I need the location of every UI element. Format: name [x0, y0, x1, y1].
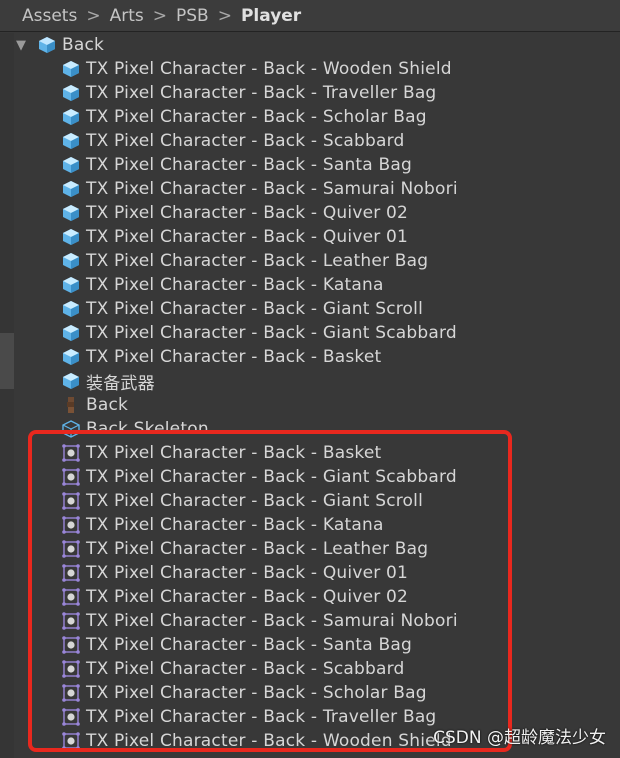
breadcrumb-current[interactable]: Player	[241, 6, 301, 26]
texture-icon	[62, 396, 80, 414]
tree-item-prefab[interactable]: TX Pixel Character - Back - Scabbard	[0, 129, 620, 153]
psb-importer-icon	[38, 36, 56, 54]
breadcrumb-separator: >	[217, 5, 232, 26]
prefab-icon	[62, 300, 80, 318]
prefab-icon	[62, 276, 80, 294]
prefab-icon	[62, 108, 80, 126]
sprite-icon	[62, 564, 80, 582]
breadcrumb-arts[interactable]: Arts	[110, 6, 144, 26]
tree-item-prefab[interactable]: TX Pixel Character - Back - Samurai Nobo…	[0, 177, 620, 201]
tree-item-label: TX Pixel Character - Back - Quiver 02	[86, 587, 409, 607]
tree-item-label: TX Pixel Character - Back - Giant Scroll	[86, 491, 424, 511]
tree-item-label: TX Pixel Character - Back - Leather Bag	[86, 539, 429, 559]
tree-item-label: Back	[86, 395, 129, 415]
tree-item-label: TX Pixel Character - Back - Leather Bag	[86, 251, 429, 271]
tree-item-sprite[interactable]: TX Pixel Character - Back - Santa Bag	[0, 633, 620, 657]
tree-item-sprite[interactable]: TX Pixel Character - Back - Quiver 01	[0, 561, 620, 585]
tree-item-prefab[interactable]: TX Pixel Character - Back - Katana	[0, 273, 620, 297]
prefab-icon	[62, 60, 80, 78]
prefab-icon	[62, 84, 80, 102]
skeleton-icon	[62, 420, 80, 438]
tree-item-sprite[interactable]: TX Pixel Character - Back - Giant Scroll	[0, 489, 620, 513]
sprite-icon	[62, 588, 80, 606]
prefab-icon	[62, 228, 80, 246]
tree-item-label: TX Pixel Character - Back - Traveller Ba…	[86, 83, 437, 103]
tree-item-sprite[interactable]: TX Pixel Character - Back - Leather Bag	[0, 537, 620, 561]
prefab-icon	[62, 180, 80, 198]
prefab-icon	[62, 204, 80, 222]
sprite-icon	[62, 540, 80, 558]
sprite-icon	[62, 468, 80, 486]
watermark: CSDN @超龄魔法少女	[433, 728, 606, 748]
tree-item-label: TX Pixel Character - Back - Scholar Bag	[86, 107, 427, 127]
tree-item-prefab[interactable]: TX Pixel Character - Back - Traveller Ba…	[0, 81, 620, 105]
tree-item-label: TX Pixel Character - Back - Katana	[86, 515, 384, 535]
tree-item-prefab[interactable]: TX Pixel Character - Back - Wooden Shiel…	[0, 57, 620, 81]
breadcrumb-separator: >	[152, 5, 167, 26]
breadcrumb-assets[interactable]: Assets	[22, 6, 77, 26]
tree-item-sprite[interactable]: TX Pixel Character - Back - Basket	[0, 441, 620, 465]
sprite-icon	[62, 492, 80, 510]
sprite-icon	[62, 636, 80, 654]
sprite-icon	[62, 444, 80, 462]
prefab-icon	[62, 156, 80, 174]
tree-item-sprite[interactable]: TX Pixel Character - Back - Quiver 02	[0, 585, 620, 609]
tree-item-label: TX Pixel Character - Back - Santa Bag	[86, 155, 412, 175]
sprite-icon	[62, 660, 80, 678]
tree-item-label: TX Pixel Character - Back - Giant Scroll	[86, 299, 424, 319]
tree-item-label: TX Pixel Character - Back - Basket	[86, 443, 382, 463]
tree-item-label: TX Pixel Character - Back - Quiver 01	[86, 563, 409, 583]
sprite-icon	[62, 612, 80, 630]
tree-item-prefab[interactable]: TX Pixel Character - Back - Santa Bag	[0, 153, 620, 177]
tree-item-label: TX Pixel Character - Back - Basket	[86, 347, 382, 367]
sprite-icon	[62, 708, 80, 726]
tree-item-label: TX Pixel Character - Back - Wooden Shiel…	[86, 731, 452, 751]
foldout-arrow-icon[interactable]: ▼	[16, 38, 32, 53]
tree-item-label: TX Pixel Character - Back - Samurai Nobo…	[86, 179, 458, 199]
tree-item-label: TX Pixel Character - Back - Quiver 01	[86, 227, 409, 247]
tree-item-label: TX Pixel Character - Back - Giant Scabba…	[86, 467, 457, 487]
breadcrumb: Assets > Arts > PSB > Player	[0, 0, 620, 32]
tree-item-label: TX Pixel Character - Back - Traveller Ba…	[86, 707, 437, 727]
tree-item-prefab[interactable]: 装备武器	[0, 369, 620, 394]
prefab-icon	[62, 132, 80, 150]
tree-item-prefab[interactable]: TX Pixel Character - Back - Quiver 02	[0, 201, 620, 225]
sprite-icon	[62, 732, 80, 750]
tree-item-prefab[interactable]: TX Pixel Character - Back - Leather Bag	[0, 249, 620, 273]
prefab-icon	[62, 324, 80, 342]
breadcrumb-psb[interactable]: PSB	[176, 6, 209, 26]
tree-item-label: TX Pixel Character - Back - Katana	[86, 275, 384, 295]
tree-root-row[interactable]: ▼ Back	[0, 33, 620, 57]
tree-item-label: TX Pixel Character - Back - Santa Bag	[86, 635, 412, 655]
tree-root-label: Back	[62, 35, 105, 55]
tree-item-sprite[interactable]: TX Pixel Character - Back - Samurai Nobo…	[0, 609, 620, 633]
breadcrumb-separator: >	[86, 5, 101, 26]
tree-item-label: TX Pixel Character - Back - Wooden Shiel…	[86, 59, 452, 79]
tree-item-label: TX Pixel Character - Back - Giant Scabba…	[86, 323, 457, 343]
prefab-icon	[62, 372, 80, 390]
tree-item-sprite[interactable]: TX Pixel Character - Back - Scholar Bag	[0, 681, 620, 705]
tree-item-prefab[interactable]: TX Pixel Character - Back - Giant Scabba…	[0, 321, 620, 345]
tree-item-label: TX Pixel Character - Back - Scholar Bag	[86, 683, 427, 703]
tree-item-label: 装备武器	[86, 373, 155, 394]
tree-item-sprite[interactable]: TX Pixel Character - Back - Katana	[0, 513, 620, 537]
tree-item-label: TX Pixel Character - Back - Quiver 02	[86, 203, 409, 223]
tree-item-prefab[interactable]: TX Pixel Character - Back - Basket	[0, 345, 620, 369]
tree-item-label: TX Pixel Character - Back - Scabbard	[86, 659, 405, 679]
tree-item-prefab[interactable]: TX Pixel Character - Back - Scholar Bag	[0, 105, 620, 129]
tree-item-label: TX Pixel Character - Back - Scabbard	[86, 131, 405, 151]
tree-item-prefab[interactable]: TX Pixel Character - Back - Quiver 01	[0, 225, 620, 249]
prefab-icon	[62, 348, 80, 366]
prefab-icon	[62, 252, 80, 270]
tree-item-sprite[interactable]: TX Pixel Character - Back - Scabbard	[0, 657, 620, 681]
sprite-icon	[62, 684, 80, 702]
tree-item-label: Back Skeleton	[86, 419, 209, 439]
sprite-icon	[62, 516, 80, 534]
tree-item-label: TX Pixel Character - Back - Samurai Nobo…	[86, 611, 458, 631]
tree-item-texture[interactable]: Back	[0, 393, 620, 417]
tree-item-skeleton[interactable]: Back Skeleton	[0, 417, 620, 441]
tree-item-prefab[interactable]: TX Pixel Character - Back - Giant Scroll	[0, 297, 620, 321]
tree-item-sprite[interactable]: TX Pixel Character - Back - Giant Scabba…	[0, 465, 620, 489]
